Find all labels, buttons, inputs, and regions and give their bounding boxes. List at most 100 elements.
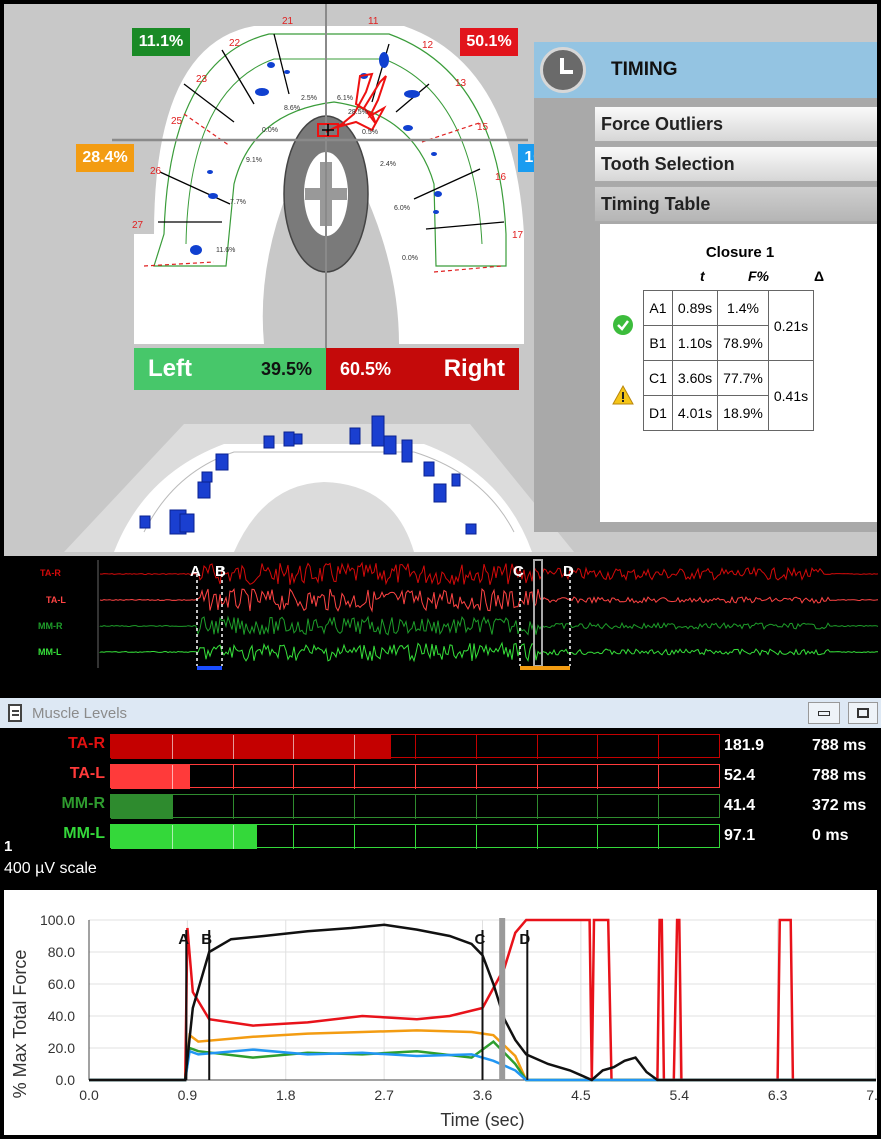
bar-tick	[475, 735, 477, 759]
emg-trace	[99, 615, 879, 636]
row-t: 3.60s	[671, 360, 719, 396]
bar-tick	[475, 765, 477, 789]
bar-tick	[597, 825, 599, 849]
left-label: Left	[148, 355, 192, 382]
row-t: 0.89s	[671, 290, 719, 326]
col-header-f: F%	[748, 268, 769, 284]
bar-tick	[232, 735, 234, 759]
menu-timing-table[interactable]: Timing Table	[594, 186, 877, 222]
svg-text:2.4%: 2.4%	[380, 161, 396, 168]
x-tick-label: 6.3	[768, 1087, 788, 1103]
svg-text:13: 13	[455, 78, 467, 89]
menu-force-outliers[interactable]: Force Outliers	[594, 106, 877, 142]
emg-trace	[99, 587, 879, 613]
svg-text:9.1%: 9.1%	[246, 157, 262, 164]
bar-tick	[171, 825, 173, 849]
y-tick-label: 60.0	[48, 976, 75, 992]
svg-text:27: 27	[132, 220, 144, 231]
bar-tick	[658, 825, 660, 849]
timing-table: A1 0.89s 1.4% 0.21s B1 1.10s 78.9% C1 3.…	[643, 290, 815, 431]
bar-tick	[415, 795, 416, 819]
occlusion-map-panel: 21 22 23 25 26 27 11 12 13 15 16 17 2.5%…	[4, 4, 877, 556]
svg-text:2.5%: 2.5%	[301, 95, 317, 102]
y-tick-label: 100.0	[40, 912, 75, 928]
timing-panel: TIMING Force Outliers Tooth Selection Ti…	[534, 42, 877, 532]
row-t: 4.01s	[671, 395, 719, 431]
level-ms: 372 ms	[812, 797, 867, 814]
bar-tick	[415, 825, 416, 849]
emg-interval-ab	[197, 666, 222, 670]
scale-text: 400 µV scale	[4, 860, 97, 877]
bar-tick	[232, 765, 234, 789]
svg-text:25: 25	[171, 116, 183, 127]
muscle-name: MM-R	[61, 795, 105, 812]
upper-left-percent-badge: 11.1%	[132, 28, 190, 56]
muscle-levels-window: Muscle Levels TA-R 181.9 788 ms TA-L 52.…	[0, 698, 881, 886]
bar-tick	[171, 735, 173, 759]
tooth-number: 21	[282, 16, 294, 27]
level-value: 181.9	[724, 737, 765, 754]
x-tick-label: 2.7	[374, 1087, 394, 1103]
bar-tick	[354, 825, 356, 849]
svg-text:23: 23	[196, 74, 208, 85]
bar-tick	[232, 825, 234, 849]
muscle-levels-title: Muscle Levels	[32, 704, 128, 722]
emg-waveform-strip: TA-R TA-L MM-R MM-L A B C D	[0, 558, 881, 698]
minimize-button[interactable]	[808, 702, 840, 724]
svg-text:12: 12	[422, 40, 434, 51]
level-bar	[110, 734, 720, 759]
closure-title: Closure 1	[705, 244, 775, 261]
svg-text:16: 16	[495, 172, 507, 183]
row-label: B1	[643, 325, 673, 361]
left-value: 39.5%	[260, 358, 312, 379]
svg-text:0.0%: 0.0%	[402, 255, 418, 262]
marker-label: C	[475, 931, 486, 948]
bar-tick	[597, 795, 599, 819]
svg-text:11: 11	[368, 16, 379, 27]
lower-left-percent-badge: 28.4%	[76, 144, 134, 172]
restore-button[interactable]	[848, 702, 878, 724]
bar-tick	[536, 795, 538, 819]
y-tick-label: 80.0	[48, 944, 75, 960]
svg-text:0.5%: 0.5%	[362, 129, 378, 136]
x-tick-label: 5.4	[670, 1087, 690, 1103]
row-f: 78.9%	[717, 325, 769, 361]
row-label: D1	[643, 395, 673, 431]
level-value: 52.4	[724, 767, 756, 784]
emg-label-mm-r: MM-R	[38, 621, 63, 631]
svg-text:0.0%: 0.0%	[262, 127, 278, 134]
bar-tick	[293, 795, 295, 819]
emg-interval-cd	[520, 666, 570, 670]
row-label: A1	[643, 290, 673, 326]
restore-icon	[857, 708, 869, 718]
y-tick-label: 20.0	[48, 1040, 75, 1056]
marker-label: B	[201, 931, 212, 948]
svg-text:22: 22	[229, 38, 241, 49]
force-chart-panel: 0.0 0.9 1.8 2.7 3.6 4.5 5.4 6.3 7.2 0.0 20.0 40.0 60…	[4, 890, 877, 1135]
level-fill	[111, 795, 172, 819]
bar-tick	[536, 825, 538, 849]
force-vs-time-chart: 0.0 0.9 1.8 2.7 3.6 4.5 5.4 6.3 7.2 0.0 20.0 40.0 60…	[10, 912, 877, 1130]
svg-text:28.5%: 28.5%	[348, 109, 368, 116]
bar-tick	[475, 795, 477, 819]
scale-number: 1	[4, 838, 13, 855]
bar-tick	[171, 765, 173, 789]
row-delta: 0.41s	[767, 360, 815, 431]
bar-tick	[536, 735, 538, 759]
document-icon	[8, 704, 22, 722]
col-header-t: t	[700, 268, 705, 284]
table-row: C1 3.60s 77.7% 0.41s	[643, 360, 815, 431]
timing-header[interactable]: TIMING	[534, 42, 877, 98]
row-f: 1.4%	[717, 290, 769, 326]
emg-trace	[99, 641, 878, 663]
emg-marker-b: B	[215, 563, 226, 580]
bar-tick	[415, 735, 416, 759]
x-tick-label: 0.9	[178, 1087, 198, 1103]
menu-tooth-selection[interactable]: Tooth Selection	[594, 146, 877, 182]
y-tick-label: 40.0	[48, 1008, 75, 1024]
col-header-delta: Δ	[814, 268, 825, 284]
time-cursor	[499, 918, 506, 1080]
bar-tick	[415, 765, 416, 789]
minimize-icon	[818, 710, 830, 716]
level-fill	[111, 825, 257, 849]
